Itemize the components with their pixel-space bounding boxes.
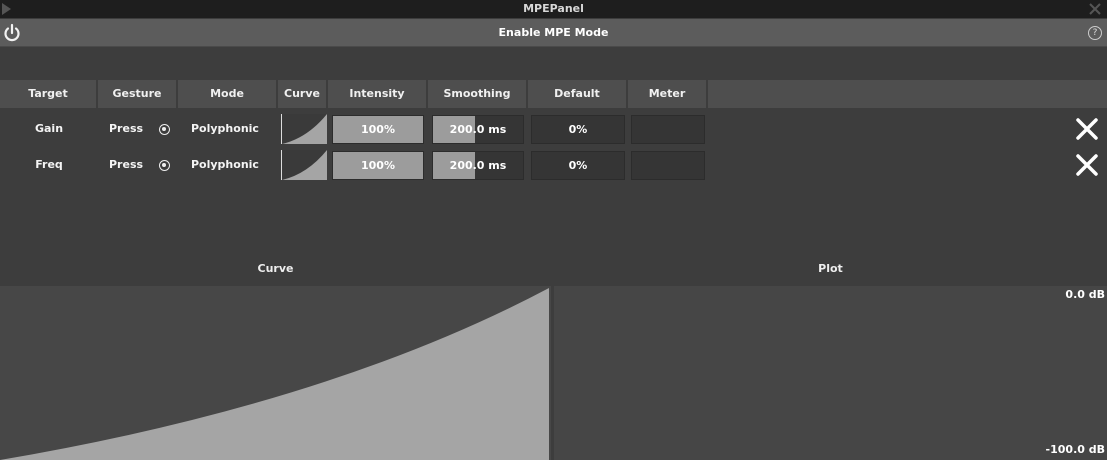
curve-editor[interactable] [0,286,551,460]
smoothing-value: 200.0 ms [449,159,507,172]
intensity-slider[interactable]: 100% [332,115,424,144]
enable-mpe-bar[interactable]: Enable MPE Mode ? [0,19,1107,47]
header-smoothing: Smoothing [428,80,528,108]
plot-section-title: Plot [818,262,843,275]
gesture-radio[interactable] [159,124,170,135]
header-spacer [708,80,1107,108]
remove-mapping-icon[interactable] [1075,117,1099,141]
plot-area: 0.0 dB -100.0 dB [554,286,1107,460]
intensity-value: 100% [361,123,395,136]
smoothing-value: 200.0 ms [449,123,507,136]
row-mode[interactable]: Polyphonic [191,112,259,146]
mapping-row-gain: Gain Press Polyphonic 100% 200.0 ms 0% [0,112,1107,146]
enable-mpe-label[interactable]: Enable MPE Mode [0,19,1107,47]
smoothing-slider[interactable]: 200.0 ms [432,151,524,180]
window-title: MPEPanel [523,2,584,15]
mapping-row-freq: Freq Press Polyphonic 100% 200.0 ms 0% [0,148,1107,182]
smoothing-slider[interactable]: 200.0 ms [432,115,524,144]
remove-mapping-icon[interactable] [1075,153,1099,177]
meter [631,151,705,180]
intensity-value: 100% [361,159,395,172]
help-icon[interactable]: ? [1088,26,1102,40]
curve-thumbnail[interactable] [281,114,327,144]
header-intensity: Intensity [328,80,428,108]
title-bar: MPEPanel [0,0,1107,18]
gesture-radio[interactable] [159,160,170,171]
curve-shape[interactable] [0,288,549,460]
header-target: Target [0,80,98,108]
header-default: Default [528,80,628,108]
plot-top-label: 0.0 dB [1065,288,1105,301]
row-mode[interactable]: Polyphonic [191,148,259,182]
header-gesture: Gesture [98,80,178,108]
header-meter: Meter [628,80,708,108]
default-value[interactable]: 0% [531,115,625,144]
row-target[interactable]: Gain [0,112,98,146]
row-gesture[interactable]: Press [109,112,143,146]
intensity-slider[interactable]: 100% [332,151,424,180]
header-curve: Curve [278,80,328,108]
close-window-icon[interactable] [1087,1,1103,17]
curve-thumbnail[interactable] [281,150,327,180]
default-value[interactable]: 0% [531,151,625,180]
curve-section-title: Curve [257,262,294,275]
row-gesture[interactable]: Press [109,148,143,182]
header-mode: Mode [178,80,278,108]
plot-bottom-label: -100.0 dB [1045,443,1105,456]
column-header: Target Gesture Mode Curve Intensity Smoo… [0,80,1107,108]
meter [631,115,705,144]
row-target[interactable]: Freq [0,148,98,182]
